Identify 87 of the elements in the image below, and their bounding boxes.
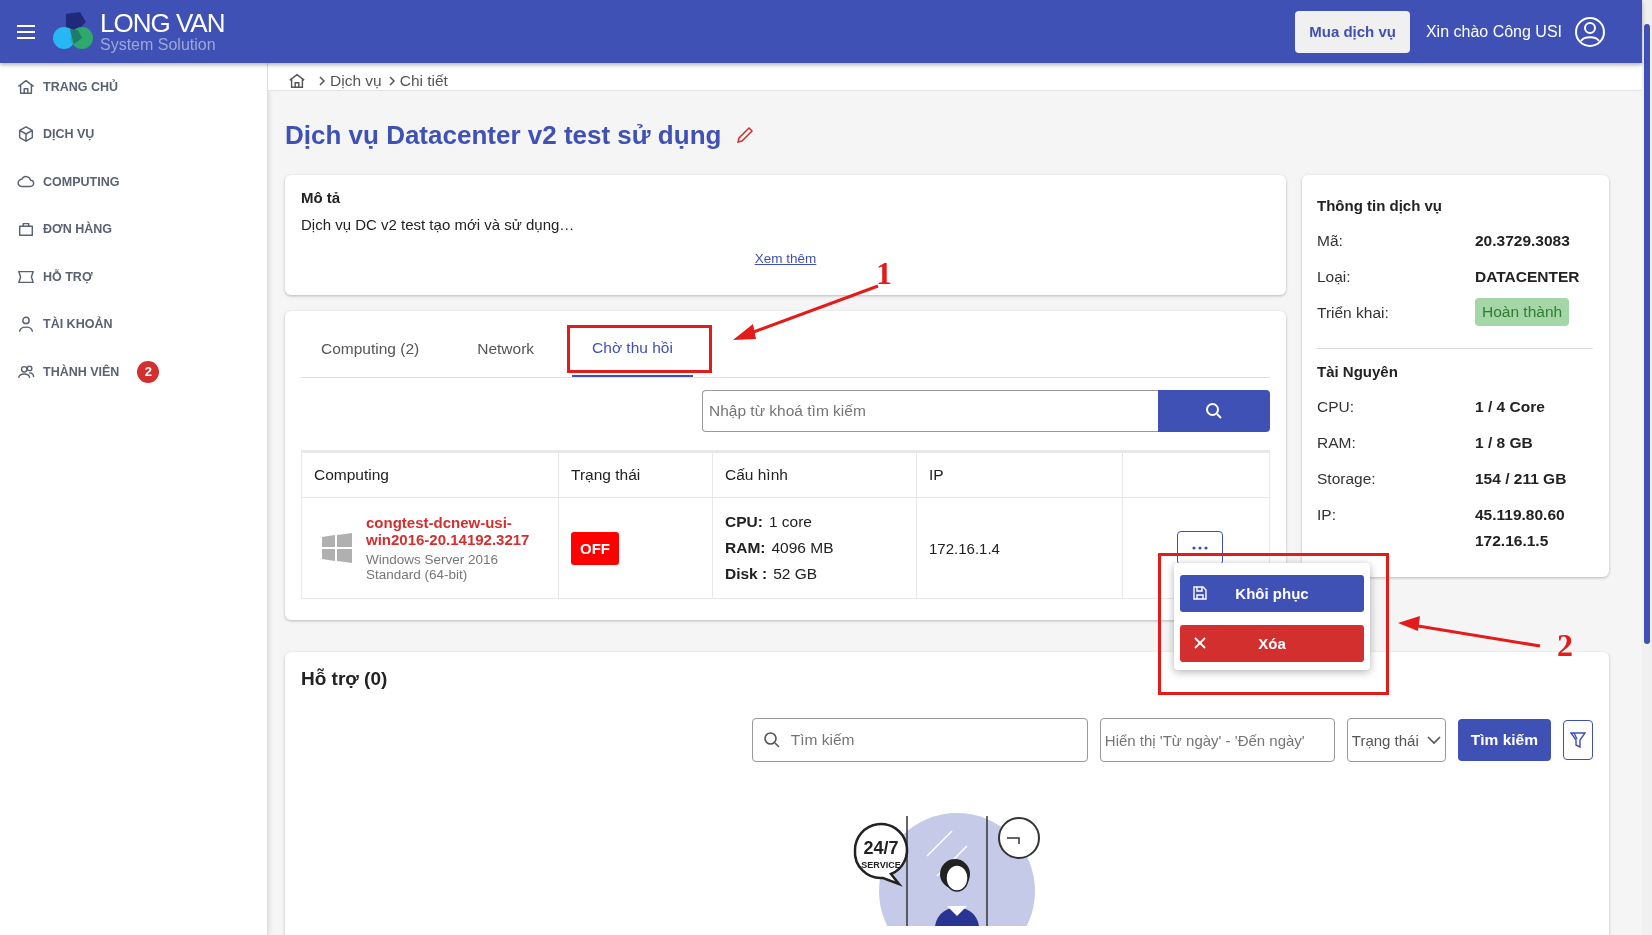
breadcrumb-link[interactable]: Chi tiết — [399, 72, 448, 90]
section-heading: Thông tin dịch vụ — [1317, 197, 1443, 214]
sidebar-item[interactable]: HỖ TRỢ — [0, 253, 267, 301]
field-value: 1 / 4 Core — [1475, 398, 1545, 416]
column-header: Computing — [301, 451, 559, 498]
scrollbar[interactable] — [1642, 0, 1652, 935]
users-icon — [17, 362, 35, 381]
breadcrumb-link[interactable]: Dịch vụ — [330, 72, 382, 90]
home-icon[interactable] — [288, 72, 306, 90]
os-text: Windows Server 2016 Standard (64-bit) — [366, 552, 500, 583]
field-label: Mã: — [1317, 232, 1344, 251]
funnel-icon — [1570, 731, 1586, 749]
annotation-number: 2 — [1557, 627, 1573, 664]
sidebar-item-label: HỖ TRỢ — [43, 269, 93, 284]
sidebar-item-label: TÀI KHOẢN — [43, 317, 113, 332]
field-value: 20.3729.3083 — [1475, 232, 1570, 250]
close-icon — [1192, 635, 1208, 651]
home-icon — [17, 77, 35, 96]
description-heading: Mô tả — [301, 189, 342, 206]
windows-logo-icon — [320, 531, 354, 565]
brand-name: LONG VAN — [100, 10, 225, 36]
search-button[interactable]: Tìm kiếm — [1457, 719, 1551, 761]
search-icon — [1205, 402, 1223, 420]
field-label: IP: — [1317, 506, 1337, 525]
config-line: RAM: 4096 MB — [725, 538, 835, 558]
status-badge: OFF — [571, 531, 619, 565]
field-label: CPU: — [1317, 398, 1356, 417]
field-label: RAM: — [1317, 434, 1357, 453]
vm-name-link[interactable]: congtest-dcnew-usi-win2016-20.14192.3217 — [366, 513, 542, 549]
caret-icon — [1426, 735, 1441, 745]
box-icon — [17, 125, 35, 144]
see-more-link[interactable]: Xem thêm — [754, 251, 817, 266]
chevron-right-icon — [387, 76, 396, 86]
column-header: Cấu hình — [712, 451, 917, 498]
sidebar-item[interactable]: TRANG CHỦ — [0, 63, 267, 111]
sidebar-item[interactable]: DỊCH VỤ — [0, 110, 267, 158]
config-line: CPU: 1 core — [725, 512, 813, 532]
table-cell: 172.16.1.4 — [916, 497, 1123, 599]
sidebar-item[interactable]: TÀI KHOẢN — [0, 300, 267, 348]
brand-tagline: System Solution — [100, 37, 217, 53]
field-label: Triển khai: — [1317, 304, 1390, 323]
date-range-field[interactable]: Hiển thị 'Từ ngày' - 'Đến ngày' — [1099, 718, 1335, 762]
column-header: Trạng thái — [558, 451, 713, 498]
tab[interactable]: Computing (2) — [301, 321, 440, 377]
description-text: Dịch vụ DC v2 test tạo mới và sử dụng… — [301, 216, 576, 233]
status-badge: Hoàn thành — [1475, 298, 1570, 326]
filter-button[interactable] — [1563, 720, 1593, 760]
sidebar-item-label: TRANG CHỦ — [43, 79, 118, 94]
column-header: IP — [916, 451, 1123, 498]
menu-icon[interactable] — [16, 23, 36, 40]
ellipsis-icon — [1191, 546, 1209, 550]
count-badge: 2 — [137, 360, 160, 383]
search-field[interactable]: Nhập từ khoá tìm kiếm — [702, 390, 1158, 432]
search-field[interactable]: Tìm kiếm — [751, 718, 1088, 762]
shopping-bag-icon — [17, 220, 35, 239]
status-dropdown[interactable]: Trạng thái — [1346, 718, 1446, 762]
user-icon — [17, 315, 35, 334]
sidebar-item[interactable]: COMPUTING — [0, 158, 267, 206]
chevron-right-icon — [318, 76, 326, 86]
scrollbar-thumb[interactable] — [1644, 24, 1650, 644]
delete-button[interactable]: Xóa — [1180, 625, 1364, 662]
sidebar-item-label: THÀNH VIÊN — [43, 364, 120, 379]
restore-button[interactable]: Khôi phục — [1180, 575, 1364, 612]
dropdown-value: Trạng thái — [1351, 731, 1419, 749]
user-avatar-icon[interactable] — [1574, 15, 1606, 48]
page-title: Dịch vụ Datacenter v2 test sử dụng — [285, 119, 722, 151]
field-label: Loại: — [1317, 268, 1352, 287]
field-value: 1 / 8 GB — [1475, 434, 1533, 452]
sidebar-item-label: ĐƠN HÀNG — [43, 222, 112, 237]
pencil-icon[interactable] — [735, 125, 756, 145]
field-value: DATACENTER — [1475, 268, 1580, 286]
section-heading: Tài Nguyên — [1317, 363, 1399, 380]
sidebar-item-label: DỊCH VỤ — [43, 127, 95, 142]
buy-service-button[interactable]: Mua dịch vụ — [1295, 10, 1410, 53]
tab[interactable]: Network — [457, 321, 555, 377]
sidebar-item-label: COMPUTING — [43, 174, 120, 189]
field-label: Storage: — [1317, 470, 1377, 489]
sidebar-item[interactable]: THÀNH VIÊN 2 — [0, 348, 267, 396]
sidebar-item[interactable]: ĐƠN HÀNG — [0, 205, 267, 253]
config-line: Disk : 52 GB — [725, 564, 819, 584]
field-value: 172.16.1.5 — [1475, 532, 1550, 550]
field-value: 154 / 211 GB — [1475, 470, 1567, 488]
section-heading: Hỗ trợ (0) — [301, 668, 389, 690]
greeting-text: Xin chào Công USI — [1425, 22, 1562, 41]
annotation-number: 1 — [876, 255, 892, 292]
field-value: 45.119.80.60 — [1475, 506, 1565, 524]
tab[interactable]: Chờ thu hồi — [572, 321, 693, 377]
